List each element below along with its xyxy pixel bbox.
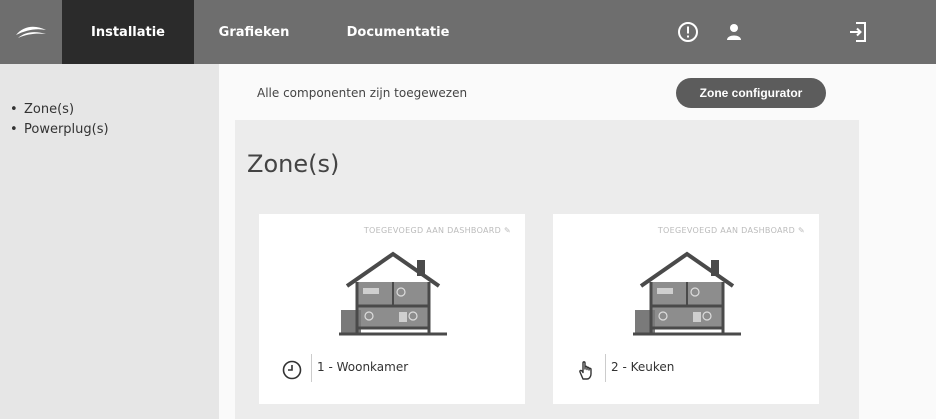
zone-configurator-button[interactable]: Zone configurator bbox=[676, 78, 826, 108]
logout-icon[interactable] bbox=[846, 20, 870, 44]
card-divider bbox=[311, 354, 312, 382]
bullet-icon: • bbox=[10, 122, 18, 137]
main-content: Alle componenten zijn toegewezen Zone co… bbox=[219, 64, 936, 419]
user-icon[interactable] bbox=[722, 20, 746, 44]
sidebar-item-zones[interactable]: • Zone(s) bbox=[10, 100, 109, 120]
tab-label: Installatie bbox=[91, 24, 165, 40]
house-illustration-icon bbox=[339, 251, 447, 336]
tab-installatie[interactable]: Installatie bbox=[62, 0, 194, 64]
pin-icon: ✎ bbox=[797, 226, 805, 235]
alert-icon[interactable] bbox=[676, 20, 700, 44]
schedule-clock-icon bbox=[282, 360, 302, 380]
bullet-icon: • bbox=[10, 102, 18, 117]
status-message: Alle componenten zijn toegewezen bbox=[257, 86, 468, 100]
dashboard-badge[interactable]: TOEGEVOEGD AAN DASHBOARD ✎ bbox=[658, 226, 805, 235]
sidebar-item-powerplugs[interactable]: • Powerplug(s) bbox=[10, 120, 109, 140]
section-title: Zone(s) bbox=[247, 150, 340, 178]
tab-documentatie[interactable]: Documentatie bbox=[340, 0, 456, 64]
dashboard-badge-label: TOEGEVOEGD AAN DASHBOARD bbox=[363, 226, 502, 235]
dashboard-badge[interactable]: TOEGEVOEGD AAN DASHBOARD ✎ bbox=[364, 226, 511, 235]
tab-label: Grafieken bbox=[218, 24, 290, 40]
manual-hand-icon bbox=[579, 361, 592, 380]
sidebar-list: • Zone(s) • Powerplug(s) bbox=[10, 100, 109, 140]
tab-grafieken[interactable]: Grafieken bbox=[210, 0, 298, 64]
pin-icon: ✎ bbox=[503, 226, 511, 235]
zone-card-woonkamer[interactable]: TOEGEVOEGD AAN DASHBOARD ✎ 1 - Woonkamer bbox=[259, 214, 525, 404]
sidebar-item-label: Powerplug(s) bbox=[24, 122, 109, 137]
top-navigation-bar: Installatie Grafieken Documentatie bbox=[0, 0, 936, 64]
house-illustration-icon bbox=[633, 251, 741, 336]
dashboard-badge-label: TOEGEVOEGD AAN DASHBOARD bbox=[657, 226, 796, 235]
sidebar-item-label: Zone(s) bbox=[24, 102, 75, 117]
zone-name: 1 - Woonkamer bbox=[317, 360, 409, 374]
zones-panel: Zone(s) TOEGEVOEGD AAN DASHBOARD ✎ 1 - W… bbox=[235, 120, 859, 419]
zone-name: 2 - Keuken bbox=[611, 360, 675, 374]
card-divider bbox=[605, 354, 606, 382]
logo-icon[interactable] bbox=[0, 0, 62, 64]
sidebar: • Zone(s) • Powerplug(s) bbox=[0, 64, 219, 419]
tab-label: Documentatie bbox=[346, 24, 450, 40]
zone-card-keuken[interactable]: TOEGEVOEGD AAN DASHBOARD ✎ 2 - Keuken bbox=[553, 214, 819, 404]
